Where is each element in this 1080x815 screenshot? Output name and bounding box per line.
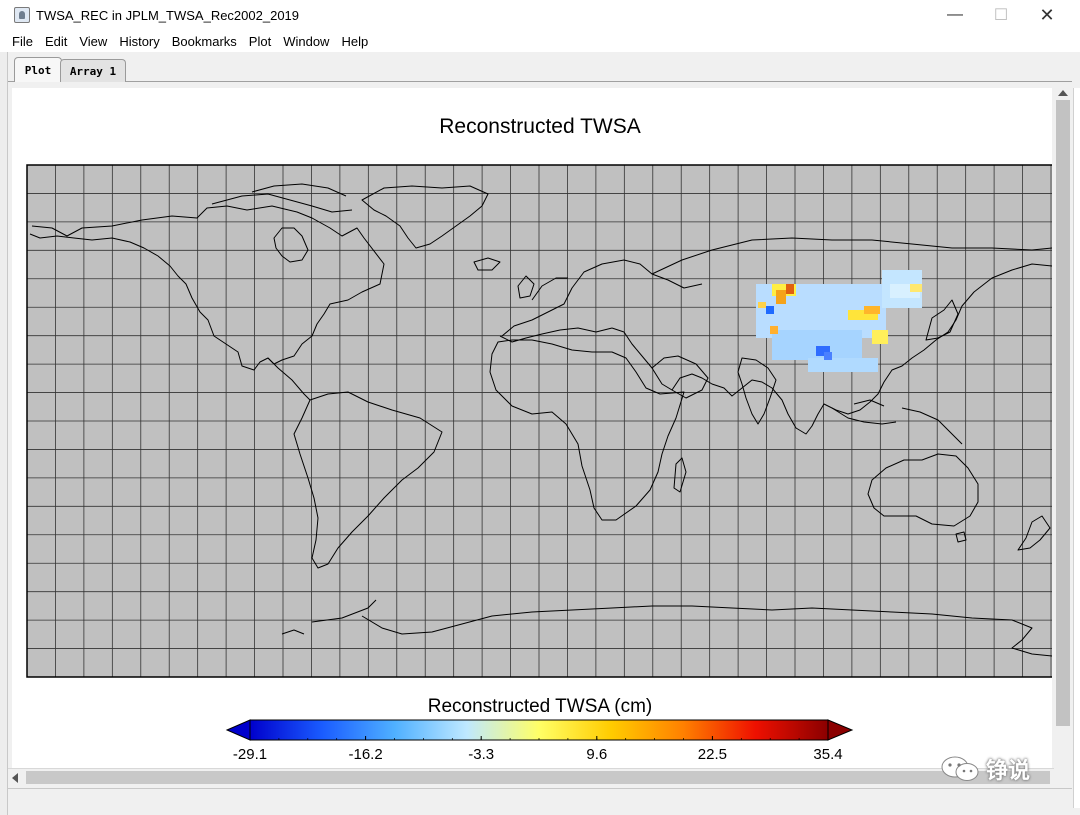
background-window-edge-right [1073,88,1080,808]
background-window-edge [0,52,8,815]
vertical-scroll-thumb[interactable] [1056,100,1070,726]
menu-bookmarks[interactable]: Bookmarks [166,34,243,49]
wechat-icon [941,756,979,781]
title-bar[interactable]: TWSA_REC in JPLM_TWSA_Rec2002_2019 — ☐ ✕ [0,0,1080,30]
horizontal-scrollbar[interactable] [8,768,1054,786]
menu-window[interactable]: Window [277,34,335,49]
status-bar [8,788,1072,810]
scroll-up-arrow-icon[interactable] [1058,90,1068,96]
close-button[interactable]: ✕ [1024,0,1070,30]
colorbar-tick-label: -16.2 [348,746,382,763]
world-map [27,165,1052,677]
plot-panel: Reconstructed TWSA Reconstructed TWSA (c… [12,88,1068,768]
watermark-text: 铮说 [986,758,1031,783]
menu-file[interactable]: File [6,34,39,49]
minimize-button[interactable]: — [932,0,978,30]
colorbar-extend-high [827,719,854,741]
anomaly-cell [910,284,922,292]
menu-help[interactable]: Help [335,34,374,49]
colorbar-gradient [249,719,829,741]
maximize-button[interactable]: ☐ [978,0,1024,30]
java-app-icon [14,7,30,23]
watermark: 铮说 [940,752,1030,786]
anomaly-cell [776,290,786,304]
colorbar-tick-label: 22.5 [698,746,727,763]
anomaly-cell [864,306,880,314]
menu-bar: File Edit View History Bookmarks Plot Wi… [0,30,1080,52]
menu-view[interactable]: View [73,34,113,49]
application-window: TWSA_REC in JPLM_TWSA_Rec2002_2019 — ☐ ✕… [0,0,1080,815]
plot-canvas: Reconstructed TWSA Reconstructed TWSA (c… [26,115,1068,763]
colorbar-tick-label: -29.1 [233,746,267,763]
colorbar-extend-low [225,719,251,741]
colorbar-tick-label: 35.4 [813,746,842,763]
colorbar-label: Reconstructed TWSA (cm) [428,696,653,717]
scroll-left-arrow-icon[interactable] [12,773,18,783]
vertical-scrollbar[interactable] [1054,88,1072,768]
tab-array-1[interactable]: Array 1 [60,59,126,82]
menu-history[interactable]: History [113,34,165,49]
tab-plot[interactable]: Plot [14,57,62,82]
horizontal-scroll-thumb[interactable] [26,771,1050,784]
anomaly-cell [872,330,888,344]
anomaly-cell [824,352,832,360]
menu-edit[interactable]: Edit [39,34,73,49]
anomaly-cell [766,306,774,314]
menu-plot[interactable]: Plot [243,34,277,49]
colorbar: -29.1 -16.2 -3.3 9.6 22.5 35.4 [225,719,854,763]
anomaly-cell [758,302,766,308]
anomaly-cell [808,358,878,372]
anomaly-cell [786,284,794,294]
window-title: TWSA_REC in JPLM_TWSA_Rec2002_2019 [36,7,300,23]
colorbar-tick-label: 9.6 [586,746,607,763]
plot-title: Reconstructed TWSA [439,115,641,138]
anomaly-cell [770,326,778,334]
tab-strip: Plot Array 1 [8,56,1072,82]
colorbar-tick-label: -3.3 [468,746,494,763]
